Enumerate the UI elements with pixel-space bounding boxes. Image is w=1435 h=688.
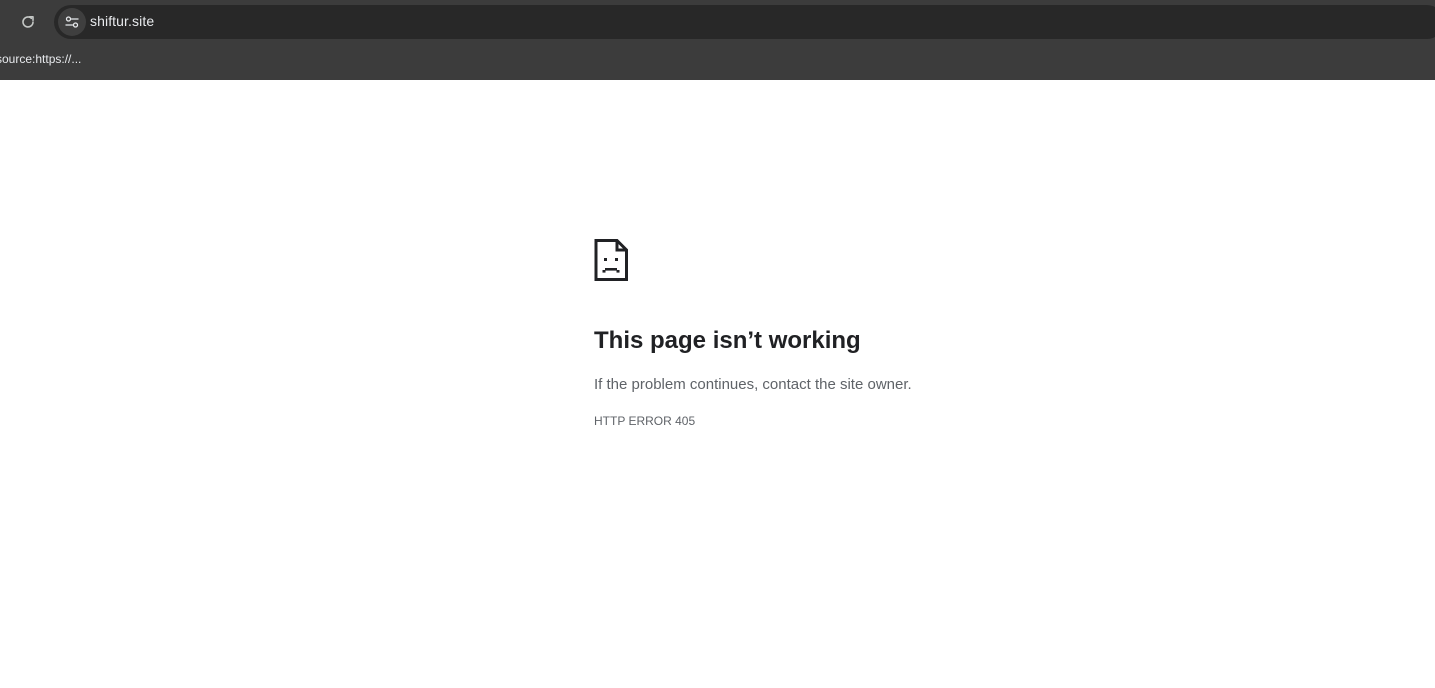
error-title: This page isn’t working bbox=[594, 327, 861, 354]
address-bar[interactable]: shiftur.site bbox=[54, 5, 1435, 39]
browser-chrome: shiftur.site source:https://... bbox=[0, 0, 1435, 80]
sad-document-icon bbox=[594, 239, 628, 281]
bookmarks-bar: source:https://... bbox=[0, 44, 1435, 80]
reload-icon bbox=[22, 16, 34, 28]
page-content: This page isn’t working If the problem c… bbox=[0, 80, 1435, 688]
site-info-button[interactable] bbox=[58, 8, 86, 36]
tune-icon bbox=[65, 16, 79, 28]
reload-button[interactable] bbox=[12, 6, 44, 38]
bookmark-item[interactable]: source:https://... bbox=[0, 52, 81, 66]
error-code: HTTP ERROR 405 bbox=[594, 414, 696, 428]
browser-toolbar: shiftur.site bbox=[0, 0, 1435, 44]
url-text[interactable]: shiftur.site bbox=[90, 13, 154, 29]
error-description: If the problem continues, contact the si… bbox=[594, 376, 912, 393]
